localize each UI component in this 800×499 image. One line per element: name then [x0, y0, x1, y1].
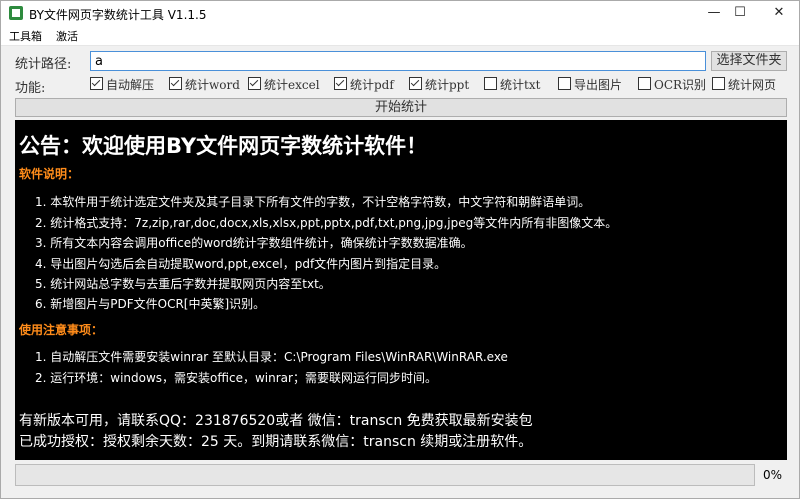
notes-line: 1. 自动解压文件需要安装winrar 至默认目录：C:\Program Fil…: [35, 350, 508, 364]
intro-line: 4. 导出图片勾选后会自动提取word,ppt,excel，pdf文件内图片到指…: [35, 257, 447, 271]
window-title: BY文件网页字数统计工具 V1.1.5: [29, 8, 207, 22]
option-ppt[interactable]: 统计ppt: [409, 76, 469, 93]
checkbox-icon: [169, 77, 182, 90]
progress-bar: [15, 464, 755, 486]
notes-line: 2. 运行环境：windows，需安装office，winrar；需要联网运行同…: [35, 371, 437, 385]
checkbox-icon: [712, 77, 725, 90]
app-window: BY文件网页字数统计工具 V1.1.5 — ☐ ✕ 工具箱 激活 统计路径: 选…: [0, 0, 800, 499]
checkbox-icon: [409, 77, 422, 90]
option-auto-unzip[interactable]: 自动解压: [90, 76, 154, 93]
option-excel[interactable]: 统计excel: [248, 76, 320, 93]
checkbox-icon: [638, 77, 651, 90]
checkbox-icon: [484, 77, 497, 90]
start-button[interactable]: 开始统计: [15, 98, 787, 117]
option-txt[interactable]: 统计txt: [484, 76, 540, 93]
license-status: 已成功授权：授权剩余天数：25 天。到期请联系微信：transcn 续期或注册软…: [19, 434, 533, 450]
title-bar[interactable]: BY文件网页字数统计工具 V1.1.5 — ☐ ✕: [1, 1, 799, 25]
option-pdf[interactable]: 统计pdf: [334, 76, 394, 93]
close-button[interactable]: ✕: [762, 1, 796, 25]
intro-line: 5. 统计网站总字数与去重后字数并提取网页内容至txt。: [35, 277, 331, 291]
path-label: 统计路径:: [15, 57, 72, 72]
option-web[interactable]: 统计网页: [712, 76, 776, 93]
notice-heading: 公告：欢迎使用BY文件网页字数统计软件！: [19, 134, 428, 158]
intro-heading: 软件说明：: [19, 167, 80, 181]
notes-heading: 使用注意事项：: [19, 323, 104, 337]
output-console[interactable]: 公告：欢迎使用BY文件网页字数统计软件！ 软件说明： 1. 本软件用于统计选定文…: [15, 120, 787, 460]
option-ocr[interactable]: OCR识别: [638, 76, 706, 93]
menu-activate[interactable]: 激活: [56, 28, 78, 44]
path-input[interactable]: [90, 51, 706, 71]
menu-toolbox[interactable]: 工具箱: [9, 28, 42, 44]
option-word[interactable]: 统计word: [169, 76, 240, 93]
progress-percent: 0%: [763, 468, 783, 482]
checkbox-icon: [248, 77, 261, 90]
intro-line: 3. 所有文本内容会调用office的word统计字数组件统计，确保统计字数数据…: [35, 236, 473, 250]
browse-folder-button[interactable]: 选择文件夹: [711, 51, 787, 71]
option-export-images[interactable]: 导出图片: [558, 76, 622, 93]
checkbox-icon: [558, 77, 571, 90]
intro-line: 6. 新增图片与PDF文件OCR[中英繁]识别。: [35, 297, 266, 311]
maximize-button[interactable]: ☐: [723, 1, 757, 25]
checkbox-icon: [334, 77, 347, 90]
intro-line: 2. 统计格式支持：7z,zip,rar,doc,docx,xls,xlsx,p…: [35, 216, 618, 230]
menu-bar: 工具箱 激活: [1, 25, 799, 46]
checkbox-icon: [90, 77, 103, 90]
app-icon: [9, 6, 23, 20]
intro-line: 1. 本软件用于统计选定文件夹及其子目录下所有文件的字数，不计空格字符数，中文字…: [35, 195, 591, 209]
options-row: 自动解压 统计word 统计excel 统计pdf 统计ppt 统计txt 导出…: [1, 76, 800, 94]
update-notice: 有新版本可用，请联系QQ：231876520或者 微信：transcn 免费获取…: [19, 413, 533, 429]
